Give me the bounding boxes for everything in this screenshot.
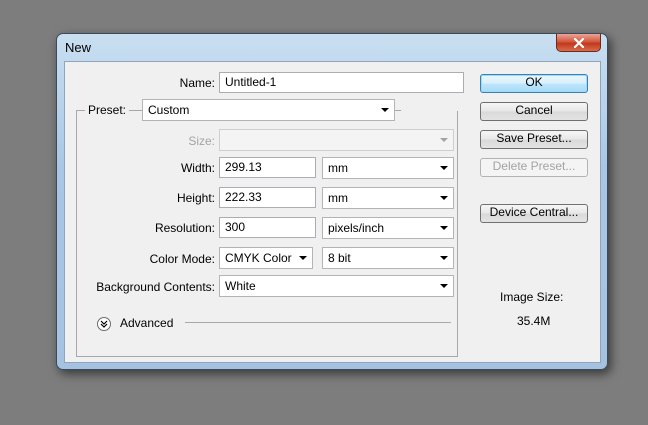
height-label: Height: [176,191,215,205]
cancel-button[interactable]: Cancel [480,102,588,121]
resolution-unit-select[interactable]: pixels/inch [322,217,454,239]
advanced-toggle[interactable] [97,317,111,331]
caret-down-icon [381,108,389,112]
caret-down-icon [440,284,448,288]
width-unit-select[interactable]: mm [322,157,454,179]
width-input[interactable]: 299.13 [219,157,316,178]
background-value: White [225,279,256,293]
name-label: Name: [179,76,215,90]
caret-down-icon [440,138,448,142]
width-label: Width: [180,161,215,175]
height-input[interactable]: 222.33 [219,187,316,208]
new-document-dialog: New Name: Untitled-1 Preset: Custom Size… [56,33,608,370]
close-icon [573,37,584,48]
background-label: Background Contents: [96,280,215,294]
ok-button[interactable]: OK [480,74,588,93]
size-label: Size: [188,134,215,148]
preset-select[interactable]: Custom [142,99,395,121]
caret-down-icon [440,196,448,200]
advanced-label[interactable]: Advanced [120,316,173,330]
size-select [219,129,454,151]
color-mode-value: CMYK Color [225,251,292,265]
caret-down-icon [440,166,448,170]
save-preset-button[interactable]: Save Preset... [480,130,588,149]
advanced-divider [185,322,451,323]
color-mode-select[interactable]: CMYK Color [219,247,313,269]
background-select[interactable]: White [219,275,454,297]
preset-value: Custom [148,103,190,117]
color-mode-label: Color Mode: [149,252,215,266]
height-unit-select[interactable]: mm [322,187,454,209]
name-input[interactable]: Untitled-1 [219,72,464,93]
device-central-button[interactable]: Device Central... [480,204,588,223]
caret-down-icon [440,226,448,230]
width-unit-value: mm [328,161,348,175]
bit-depth-select[interactable]: 8 bit [322,247,454,269]
resolution-label: Resolution: [154,221,215,235]
resolution-input[interactable]: 300 [219,217,316,238]
chevron-double-down-icon [100,320,108,328]
caret-down-icon [440,256,448,260]
dialog-body: Name: Untitled-1 Preset: Custom Size: Wi… [64,61,601,363]
height-unit-value: mm [328,191,348,205]
delete-preset-button: Delete Preset... [480,158,588,177]
resolution-unit-value: pixels/inch [328,221,385,235]
preset-label: Preset: [85,103,130,117]
dialog-title: New [65,40,92,55]
caret-down-icon [299,256,307,260]
image-size-label: Image Size: [500,290,564,304]
close-button[interactable] [556,34,601,52]
image-size-value: 35.4M [517,314,551,328]
bit-depth-value: 8 bit [328,251,351,265]
